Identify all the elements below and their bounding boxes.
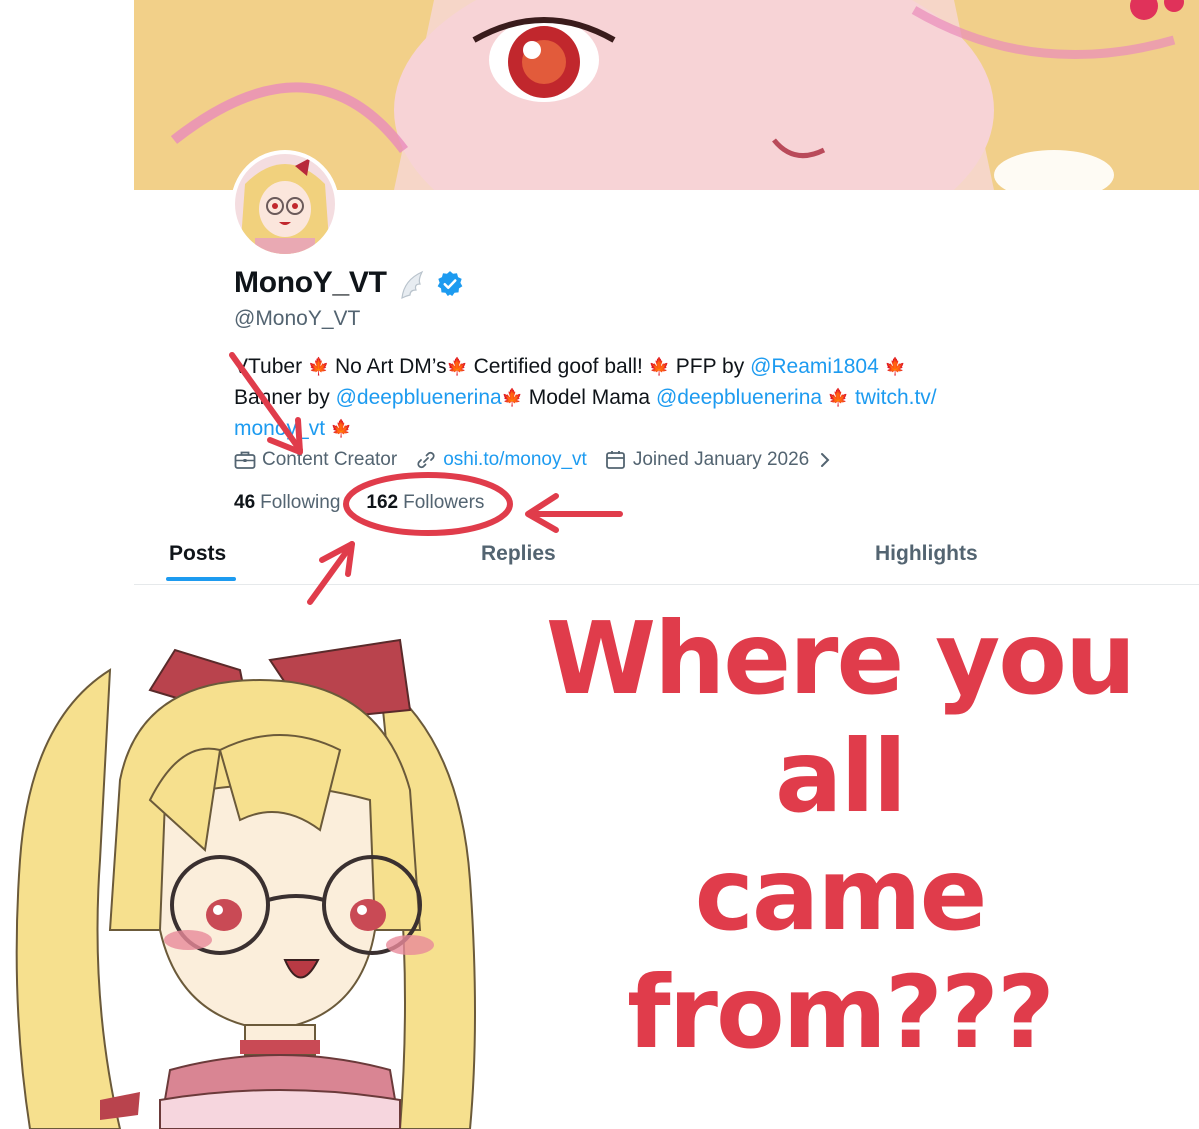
category-label: Content Creator (262, 449, 398, 470)
mention-link-deepbluenerina[interactable]: @deepbluenerina (336, 386, 502, 409)
website-item[interactable]: oshi.to/monoy_vt (415, 449, 587, 471)
profile-bio: VTuber 🍁 No Art DM’s🍁 Certified goof bal… (234, 351, 1054, 444)
joined-item[interactable]: Joined January 2026 (605, 449, 833, 471)
mention-link-reami1804[interactable]: @Reami1804 (750, 355, 879, 378)
maple-leaf-icon: 🍁 (501, 388, 523, 407)
chevron-right-icon (821, 453, 830, 467)
bio-text: VTuber (234, 355, 303, 378)
tab-highlights[interactable]: Highlights (875, 542, 978, 566)
joined-label: Joined January 2026 (632, 449, 810, 470)
following-count: 46 (234, 492, 256, 513)
caption-line-1: Where you all (545, 600, 1136, 835)
bio-text: No Art DM’s (334, 355, 447, 378)
maple-leaf-icon: 🍁 (827, 388, 850, 407)
maple-leaf-icon: 🍁 (307, 357, 330, 376)
bio-line-3: monoy_vt 🍁 (234, 413, 1054, 444)
tab-replies[interactable]: Replies (481, 542, 556, 566)
maple-leaf-icon: 🍁 (884, 357, 906, 376)
followers-count: 162 (366, 492, 399, 513)
profile-avatar[interactable] (231, 150, 339, 258)
website-link[interactable]: oshi.to/monoy_vt (443, 449, 587, 471)
maple-leaf-icon: 🍁 (330, 419, 353, 438)
chibi-character-illustration (15, 638, 476, 1129)
following-label: Following (260, 492, 341, 513)
tab-posts[interactable]: Posts (169, 542, 226, 566)
bio-line-1: VTuber 🍁 No Art DM’s🍁 Certified goof bal… (234, 351, 1054, 382)
display-name: MonoY_VT (234, 266, 387, 299)
verified-badge-icon[interactable] (436, 270, 464, 303)
profile-handle: @MonoY_VT (234, 307, 361, 330)
profile-tabs: Posts Replies Highlights (134, 532, 1199, 585)
bio-text: Model Mama (528, 386, 651, 409)
profile-meta: Content Creator oshi.to/monoy_vt Joined … (234, 449, 851, 471)
bio-text: Banner by (234, 386, 330, 409)
active-tab-indicator (166, 577, 236, 581)
bio-text: PFP by (675, 355, 745, 378)
mention-link-deepbluenerina[interactable]: @deepbluenerina (656, 386, 822, 409)
annotation-arrow (525, 493, 623, 533)
follow-stats: 46 Following 162 Followers (234, 492, 484, 514)
caption-line-2: came from??? (627, 836, 1055, 1071)
twitch-link[interactable]: monoy_vt (234, 417, 325, 440)
meme-caption: Where you all came from??? (490, 600, 1190, 1072)
briefcase-icon (234, 451, 256, 469)
followers-label: Followers (403, 492, 485, 513)
maple-leaf-icon: 🍁 (648, 357, 670, 376)
bio-line-2: Banner by @deepbluenerina🍁 Model Mama @d… (234, 382, 1054, 413)
wing-icon (398, 270, 426, 305)
twitch-link[interactable]: twitch.tv/ (855, 386, 937, 409)
following-link[interactable]: 46 Following (234, 492, 340, 514)
followers-link[interactable]: 162 Followers (366, 492, 484, 514)
avatar-image (235, 154, 335, 254)
bio-text: Certified goof ball! (473, 355, 643, 378)
link-icon (417, 451, 435, 469)
category-item: Content Creator (234, 449, 397, 471)
calendar-icon (605, 451, 625, 469)
maple-leaf-icon: 🍁 (446, 357, 468, 376)
